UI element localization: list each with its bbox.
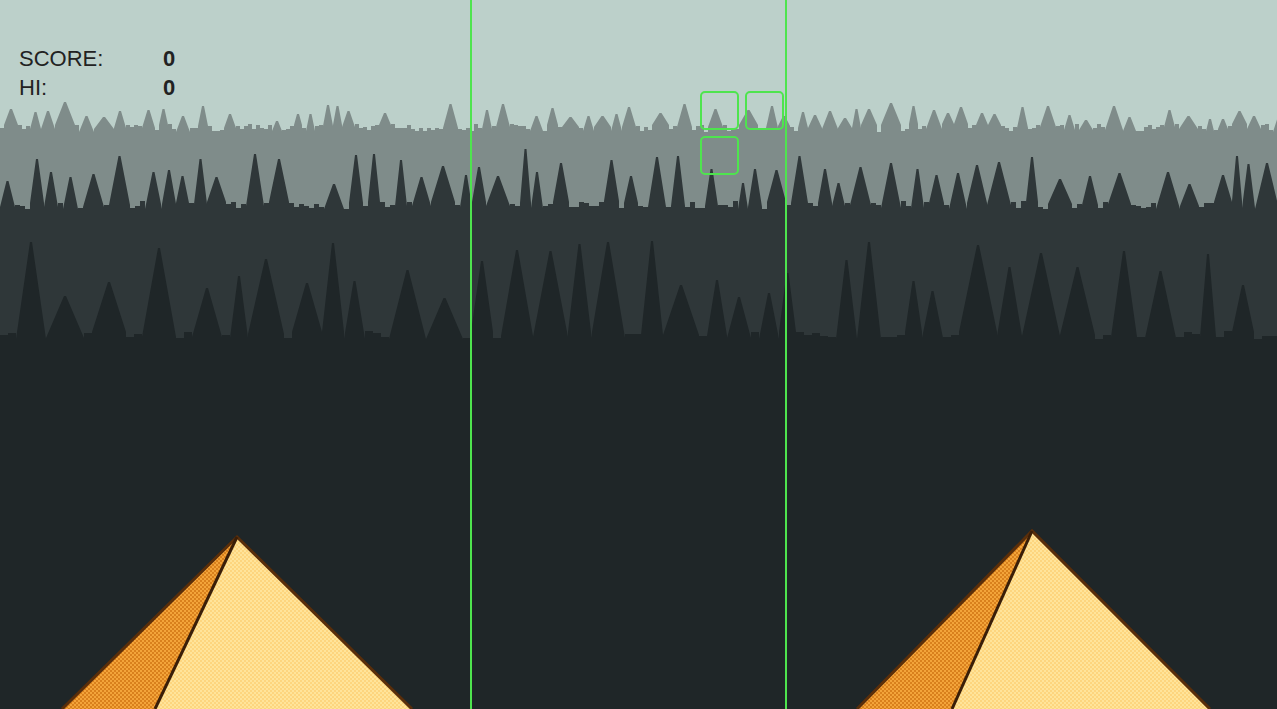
hi-label: HI: <box>19 75 163 101</box>
forest-background <box>0 0 1277 709</box>
hi-value: 0 <box>163 75 175 101</box>
pyramid <box>62 537 412 709</box>
piece-cell <box>700 136 739 175</box>
game-stage[interactable]: SCORE:0HI:0 <box>0 0 1277 709</box>
pyramid <box>857 531 1210 709</box>
playfield[interactable] <box>470 0 787 709</box>
score-value: 0 <box>163 46 175 72</box>
piece-cell <box>700 91 739 130</box>
piece-cell <box>745 91 784 130</box>
score-label: SCORE: <box>19 46 163 72</box>
score-panel: SCORE:0HI:0 <box>19 46 175 101</box>
